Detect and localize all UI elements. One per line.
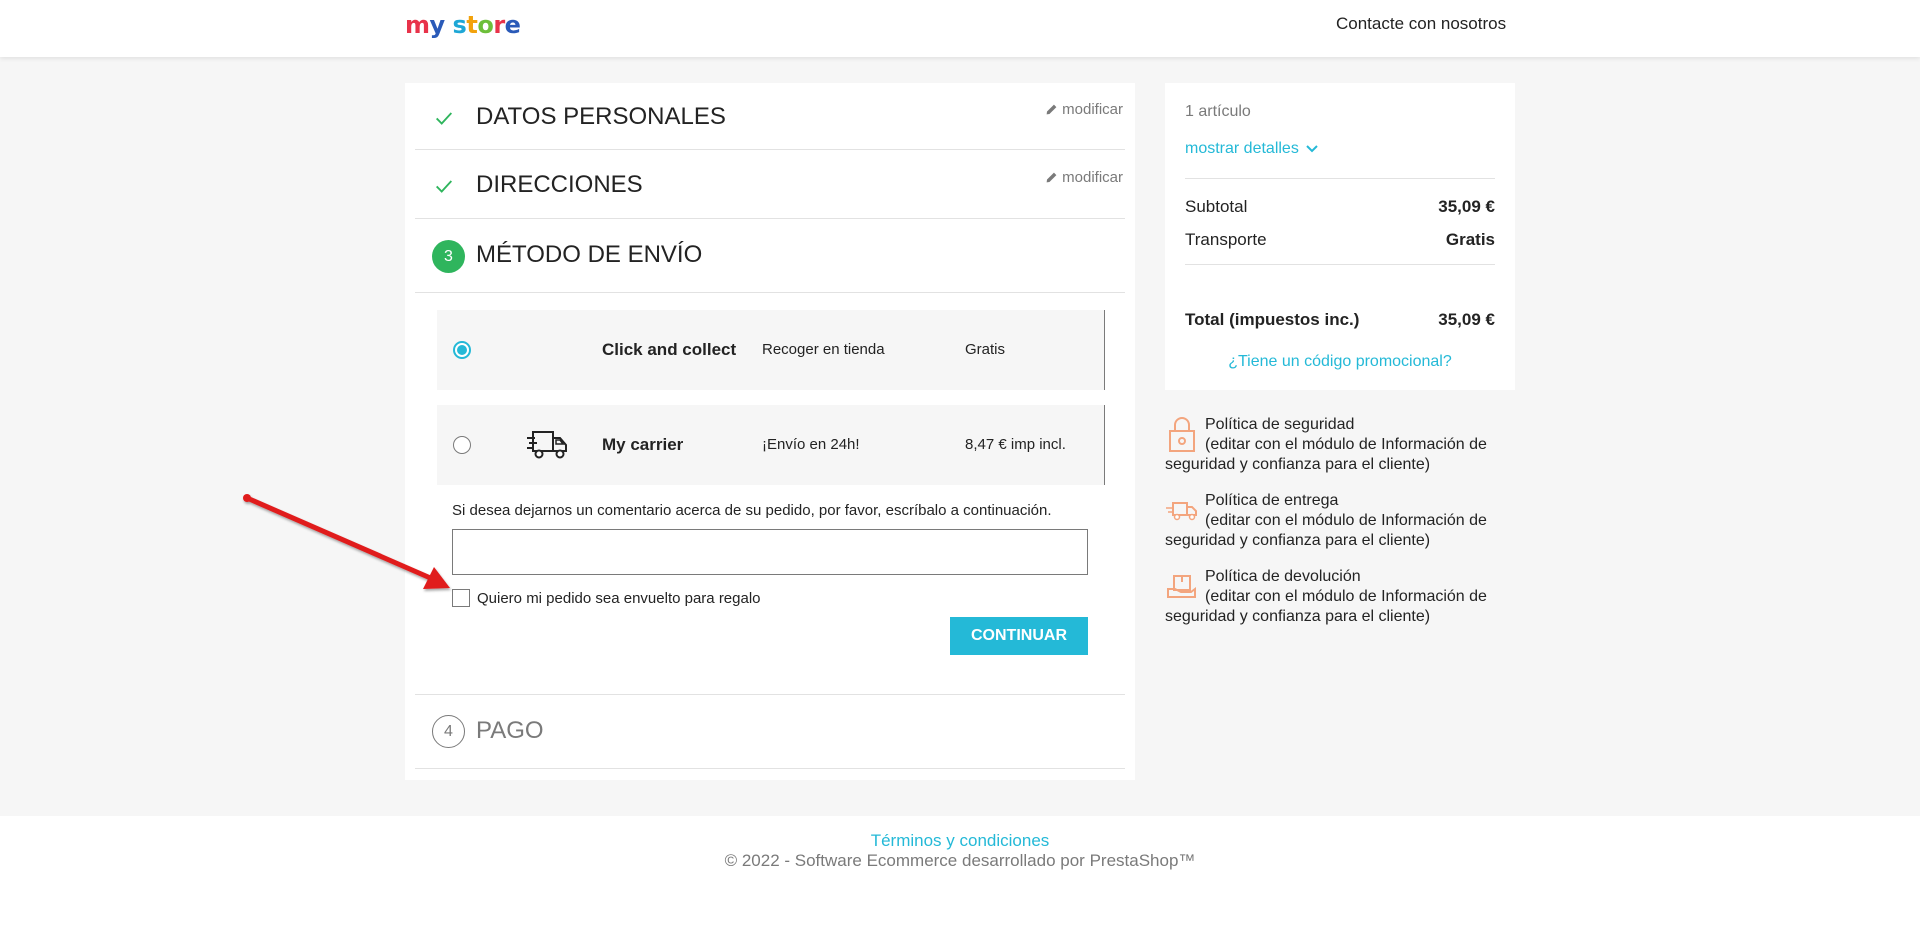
return-box-icon (1167, 575, 1196, 598)
step-title: Método de envío (476, 241, 703, 268)
reassurance-text: (editar con el módulo de Información de … (1165, 436, 1487, 473)
carrier-radio[interactable] (453, 341, 471, 359)
edit-label: modificar (1062, 169, 1123, 186)
carrier-radio[interactable] (453, 436, 471, 454)
edit-personal-link[interactable]: modificar (1045, 101, 1123, 118)
gift-wrap-label: Quiero mi pedido sea envuelto para regal… (477, 589, 761, 607)
carrier-price: Gratis (965, 341, 1006, 358)
subtotal-label: Subtotal (1185, 197, 1248, 216)
edit-label: modificar (1062, 101, 1123, 118)
reassurance-title: Política de entrega (1205, 492, 1339, 509)
reassurance-security: Política de seguridad (editar con el mód… (1165, 415, 1505, 475)
terms-link[interactable]: Términos y condiciones (0, 831, 1920, 851)
carrier-option[interactable]: My carrier ¡Envío en 24h! 8,47 € imp inc… (437, 405, 1105, 485)
items-count: 1 artículo (1185, 103, 1251, 120)
comment-label: Si desea dejarnos un comentario acerca d… (452, 502, 1052, 519)
carrier-price: 8,47 € imp incl. (965, 436, 1066, 453)
carrier-name: My carrier (602, 435, 684, 454)
step-number-badge: 3 (432, 240, 465, 273)
lock-icon (1169, 417, 1195, 452)
step-number-badge: 4 (432, 715, 465, 748)
continue-button[interactable]: Continuar (950, 617, 1088, 655)
carrier-delay: Recoger en tienda (762, 341, 885, 358)
carrier-name: Click and collect (602, 340, 737, 359)
checkout-steps: Datos personales modificar Direcciones m… (405, 83, 1135, 780)
reassurance-delivery: Política de entrega (editar con el módul… (1165, 491, 1505, 551)
promo-code-link[interactable]: ¿Tiene un código promocional? (1165, 353, 1515, 371)
order-comment-textarea[interactable] (452, 529, 1088, 575)
subtotal-value: 35,09 € (1438, 197, 1495, 216)
copyright-text: © 2022 - Software Ecommerce desarrollado… (724, 851, 1196, 870)
step-title: Pago (476, 717, 544, 744)
divider (1185, 264, 1495, 265)
store-logo[interactable]: my store (405, 11, 521, 39)
reassurance-title: Política de devolución (1205, 568, 1361, 585)
show-details-label: mostrar detalles (1185, 140, 1299, 157)
shipping-row: Transporte Gratis (1185, 230, 1495, 250)
carrier-delay: ¡Envío en 24h! (762, 436, 860, 453)
pencil-icon (1046, 172, 1057, 183)
reassurance-text: (editar con el módulo de Información de … (1165, 512, 1487, 549)
delivery-truck-icon (527, 431, 567, 459)
gift-wrap-checkbox[interactable] (452, 589, 470, 607)
shipping-label: Transporte (1185, 230, 1267, 249)
site-header: my store Contacte con nosotros (0, 0, 1920, 57)
step-shipping: 3 Método de envío (415, 219, 1125, 293)
carrier-option[interactable]: Click and collect Recoger en tienda Grat… (437, 310, 1105, 390)
step-payment: 4 Pago (415, 694, 1125, 769)
gift-wrap-option[interactable]: Quiero mi pedido sea envuelto para regal… (452, 589, 761, 607)
shipping-value: Gratis (1445, 230, 1495, 249)
total-row: Total (impuestos inc.) 35,09 € (1185, 310, 1495, 330)
step-addresses: Direcciones modificar (415, 150, 1125, 219)
step-title[interactable]: Datos personales (476, 103, 726, 131)
edit-addresses-link[interactable]: modificar (1045, 169, 1123, 186)
cart-summary: 1 artículo mostrar detalles Subtotal 35,… (1165, 83, 1515, 390)
reassurance-return: Política de devolución (editar con el mó… (1165, 567, 1505, 627)
step-personal-info: Datos personales modificar (415, 83, 1125, 150)
show-details-link[interactable]: mostrar detalles (1185, 140, 1319, 158)
subtotal-row: Subtotal 35,09 € (1185, 197, 1495, 217)
reassurance-title: Política de seguridad (1205, 416, 1355, 433)
pencil-icon (1046, 104, 1057, 115)
total-label: Total (impuestos inc.) (1185, 310, 1360, 329)
check-icon (436, 112, 453, 125)
divider (1185, 178, 1495, 179)
check-icon (436, 180, 453, 193)
total-value: 35,09 € (1438, 310, 1495, 329)
step-title[interactable]: Direcciones (476, 171, 643, 199)
chevron-down-icon (1306, 145, 1318, 153)
site-footer: Términos y condiciones © 2022 - Software… (0, 816, 1920, 937)
reassurance-text: (editar con el módulo de Información de … (1165, 588, 1487, 625)
contact-link[interactable]: Contacte con nosotros (1336, 14, 1506, 34)
delivery-truck-icon (1166, 502, 1197, 521)
